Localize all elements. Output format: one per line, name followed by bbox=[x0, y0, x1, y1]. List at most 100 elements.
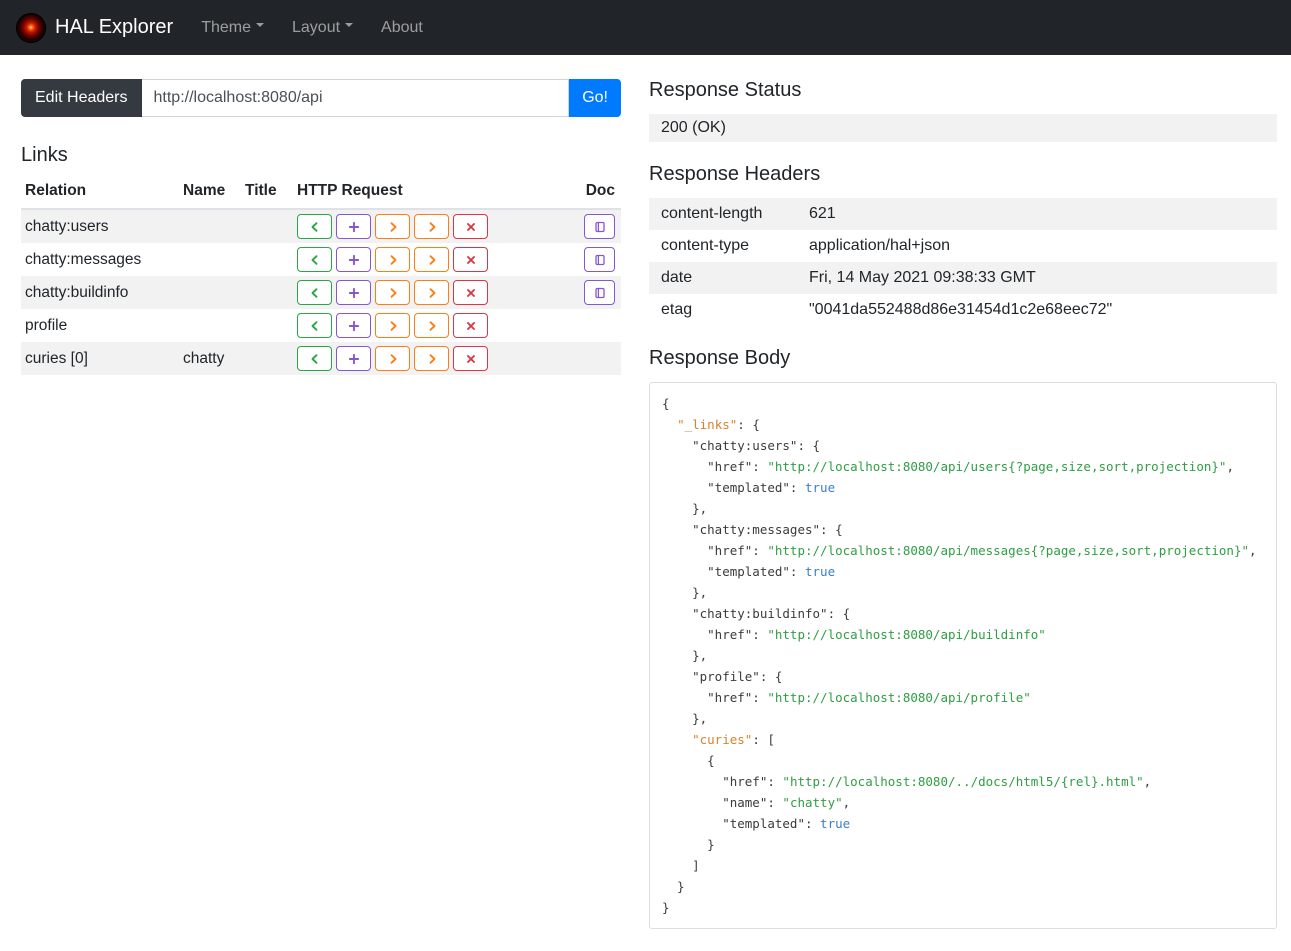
code-line: "templated": true bbox=[662, 816, 851, 831]
chevron-right-icon bbox=[390, 320, 396, 331]
http-delete-button[interactable] bbox=[453, 247, 488, 272]
links-table-row: chatty:users bbox=[21, 209, 621, 243]
x-icon bbox=[466, 222, 475, 231]
navbar: HAL Explorer Theme Layout About bbox=[0, 0, 1291, 55]
code-line: "templated": true bbox=[662, 480, 836, 495]
chevron-right-icon bbox=[429, 287, 435, 298]
http-post-button[interactable] bbox=[336, 247, 371, 272]
left-column: Edit Headers Go! Links Relation Name Tit… bbox=[21, 79, 621, 375]
http-post-button[interactable] bbox=[336, 214, 371, 239]
http-delete-button[interactable] bbox=[453, 313, 488, 338]
http-get-button[interactable] bbox=[297, 247, 332, 272]
http-put-button[interactable] bbox=[375, 280, 410, 305]
address-bar: Edit Headers Go! bbox=[21, 79, 621, 117]
response-header-name: etag bbox=[661, 301, 693, 318]
chevron-left-icon bbox=[311, 221, 317, 232]
code-line: } bbox=[662, 879, 685, 894]
x-icon bbox=[466, 354, 475, 363]
http-get-button[interactable] bbox=[297, 313, 332, 338]
http-patch-button[interactable] bbox=[414, 313, 449, 338]
http-put-button[interactable] bbox=[375, 247, 410, 272]
http-patch-button[interactable] bbox=[414, 346, 449, 371]
caret-down-icon bbox=[345, 22, 354, 31]
http-delete-button[interactable] bbox=[453, 346, 488, 371]
doc-button[interactable] bbox=[584, 214, 615, 239]
link-relation: chatty:messages bbox=[25, 250, 142, 268]
http-get-button[interactable] bbox=[297, 214, 332, 239]
nav-item-layout[interactable]: Layout bbox=[278, 11, 367, 45]
http-get-button[interactable] bbox=[297, 280, 332, 305]
code-line: "name": "chatty", bbox=[662, 795, 851, 810]
http-patch-button[interactable] bbox=[414, 280, 449, 305]
chevron-right-icon bbox=[390, 254, 396, 265]
nav-item-theme[interactable]: Theme bbox=[187, 11, 278, 45]
edit-headers-button[interactable]: Edit Headers bbox=[21, 79, 142, 117]
link-request-buttons bbox=[293, 276, 575, 309]
response-status-value: 200 (OK) bbox=[649, 114, 1277, 142]
http-get-button[interactable] bbox=[297, 346, 332, 371]
response-body-code: { "_links": { "chatty:users": { "href": … bbox=[649, 382, 1277, 929]
column-header-doc: Doc bbox=[575, 173, 621, 210]
nav-item-about[interactable]: About bbox=[367, 11, 437, 45]
link-title bbox=[241, 276, 293, 309]
link-doc bbox=[575, 342, 621, 375]
chevron-right-icon bbox=[429, 353, 435, 364]
response-header-value: application/hal+json bbox=[809, 237, 950, 254]
http-post-button[interactable] bbox=[336, 280, 371, 305]
go-button[interactable]: Go! bbox=[569, 79, 621, 117]
plus-icon bbox=[348, 353, 359, 364]
doc-button[interactable] bbox=[584, 247, 615, 272]
chevron-right-icon bbox=[390, 353, 396, 364]
link-title bbox=[241, 309, 293, 342]
response-headers-table: content-length 621 content-type application… bbox=[649, 198, 1277, 326]
code-line: "curies": [ bbox=[692, 732, 775, 747]
response-body-heading: Response Body bbox=[649, 347, 791, 369]
http-delete-button[interactable] bbox=[453, 280, 488, 305]
main-content: Edit Headers Go! Links Relation Name Tit… bbox=[0, 55, 1291, 951]
http-post-button[interactable] bbox=[336, 313, 371, 338]
http-post-button[interactable] bbox=[336, 346, 371, 371]
x-icon bbox=[466, 321, 475, 330]
code-line: "href": "http://localhost:8080/../docs/h… bbox=[662, 774, 1152, 789]
code-line: }, bbox=[662, 648, 708, 663]
code-line: "chatty:users": { bbox=[662, 438, 821, 453]
chevron-right-icon bbox=[390, 287, 396, 298]
book-icon bbox=[594, 287, 605, 298]
http-put-button[interactable] bbox=[375, 346, 410, 371]
response-headers-heading: Response Headers bbox=[649, 163, 821, 185]
link-relation: curies [0] bbox=[25, 349, 88, 367]
url-input[interactable] bbox=[141, 79, 570, 117]
link-name: chatty bbox=[183, 349, 225, 367]
hal-logo-icon bbox=[16, 12, 46, 43]
links-table-row: chatty:messages bbox=[21, 243, 621, 276]
link-doc bbox=[575, 276, 621, 309]
links-heading: Links bbox=[21, 144, 68, 166]
links-table-row: curies [0] chatty bbox=[21, 342, 621, 375]
link-title bbox=[241, 342, 293, 375]
link-request-buttons bbox=[293, 342, 575, 375]
chevron-left-icon bbox=[311, 287, 317, 298]
http-delete-button[interactable] bbox=[453, 214, 488, 239]
links-table-body: chatty:users chatty:messages chatty:buildi… bbox=[21, 209, 621, 375]
chevron-right-icon bbox=[429, 320, 435, 331]
http-put-button[interactable] bbox=[375, 313, 410, 338]
chevron-right-icon bbox=[390, 221, 396, 232]
code-line: "chatty:messages": { bbox=[662, 522, 843, 537]
x-icon bbox=[466, 255, 475, 264]
code-line: "templated": true bbox=[662, 564, 836, 579]
code-line: "href": "http://localhost:8080/api/messa… bbox=[662, 543, 1257, 558]
code-line: }, bbox=[662, 711, 708, 726]
column-header-title: Title bbox=[241, 173, 293, 210]
code-line: ] bbox=[662, 858, 700, 873]
links-table-header-row: Relation Name Title HTTP Request Doc bbox=[21, 173, 621, 210]
doc-button[interactable] bbox=[584, 280, 615, 305]
http-patch-button[interactable] bbox=[414, 214, 449, 239]
links-table: Relation Name Title HTTP Request Doc cha… bbox=[21, 173, 621, 375]
http-put-button[interactable] bbox=[375, 214, 410, 239]
navbar-brand[interactable]: HAL Explorer bbox=[16, 12, 173, 43]
link-name bbox=[179, 243, 241, 276]
http-patch-button[interactable] bbox=[414, 247, 449, 272]
plus-icon bbox=[348, 221, 359, 232]
code-line: "_links": { bbox=[677, 417, 760, 432]
link-request-buttons bbox=[293, 243, 575, 276]
